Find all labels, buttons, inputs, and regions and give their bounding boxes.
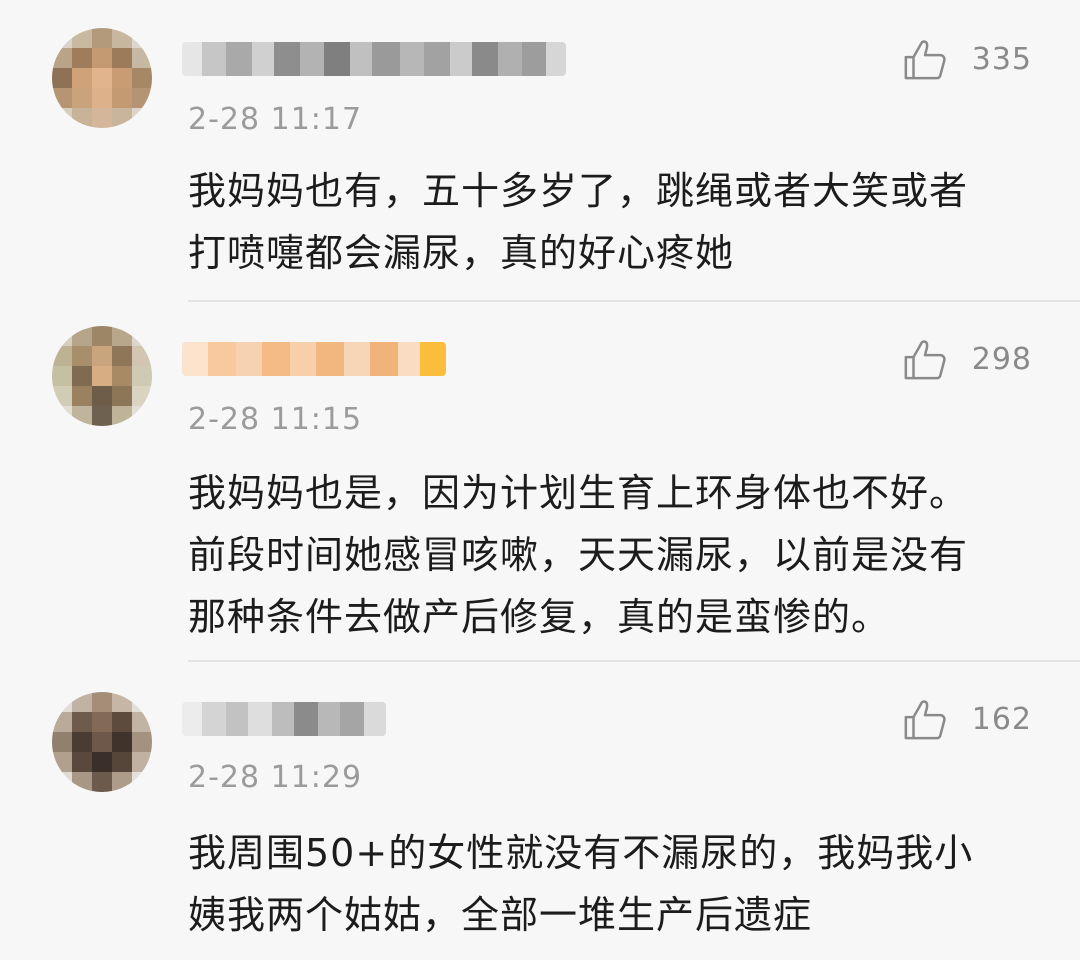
avatar[interactable] xyxy=(52,28,152,128)
comment-text: 我周围50+的女性就没有不漏尿的，我妈我小 姨我两个姑姑，全部一堆生产后遗症 xyxy=(188,831,974,937)
like-count: 162 xyxy=(971,701,1032,737)
thumbs-up-icon xyxy=(904,40,946,80)
comment-list: 335 2-28 11:17 我妈妈也有，五十多岁了，跳绳或者大笑或者 打喷嚏都… xyxy=(0,0,1080,960)
like-count: 298 xyxy=(971,341,1032,377)
like-button[interactable]: 298 xyxy=(902,334,1032,384)
comment-item: 298 2-28 11:15 我妈妈也是，因为计划生育上环身体也不好。 前段时间… xyxy=(0,302,1080,662)
comment-item: 335 2-28 11:17 我妈妈也有，五十多岁了，跳绳或者大笑或者 打喷嚏都… xyxy=(0,0,1080,302)
comment-time: 2-28 11:15 xyxy=(188,402,363,437)
comment-text: 我妈妈也是，因为计划生育上环身体也不好。 前段时间她感冒咳嗽，天天漏尿，以前是没… xyxy=(188,471,969,639)
thumbs-up-icon xyxy=(904,700,946,740)
comment-item: 162 2-28 11:29 我周围50+的女性就没有不漏尿的，我妈我小 姨我两… xyxy=(0,662,1080,960)
comment-time: 2-28 11:17 xyxy=(188,102,363,137)
avatar[interactable] xyxy=(52,692,152,792)
like-button[interactable]: 162 xyxy=(902,694,1032,744)
username-blurred[interactable] xyxy=(182,702,386,736)
like-button[interactable]: 335 xyxy=(902,34,1032,84)
comment-time: 2-28 11:29 xyxy=(188,760,363,795)
thumbs-up-icon xyxy=(904,340,946,380)
like-count: 335 xyxy=(971,41,1032,77)
username-blurred[interactable] xyxy=(182,342,446,376)
comment-text: 我妈妈也有，五十多岁了，跳绳或者大笑或者 打喷嚏都会漏尿，真的好心疼她 xyxy=(188,169,969,275)
username-blurred[interactable] xyxy=(182,42,566,76)
avatar[interactable] xyxy=(52,326,152,426)
